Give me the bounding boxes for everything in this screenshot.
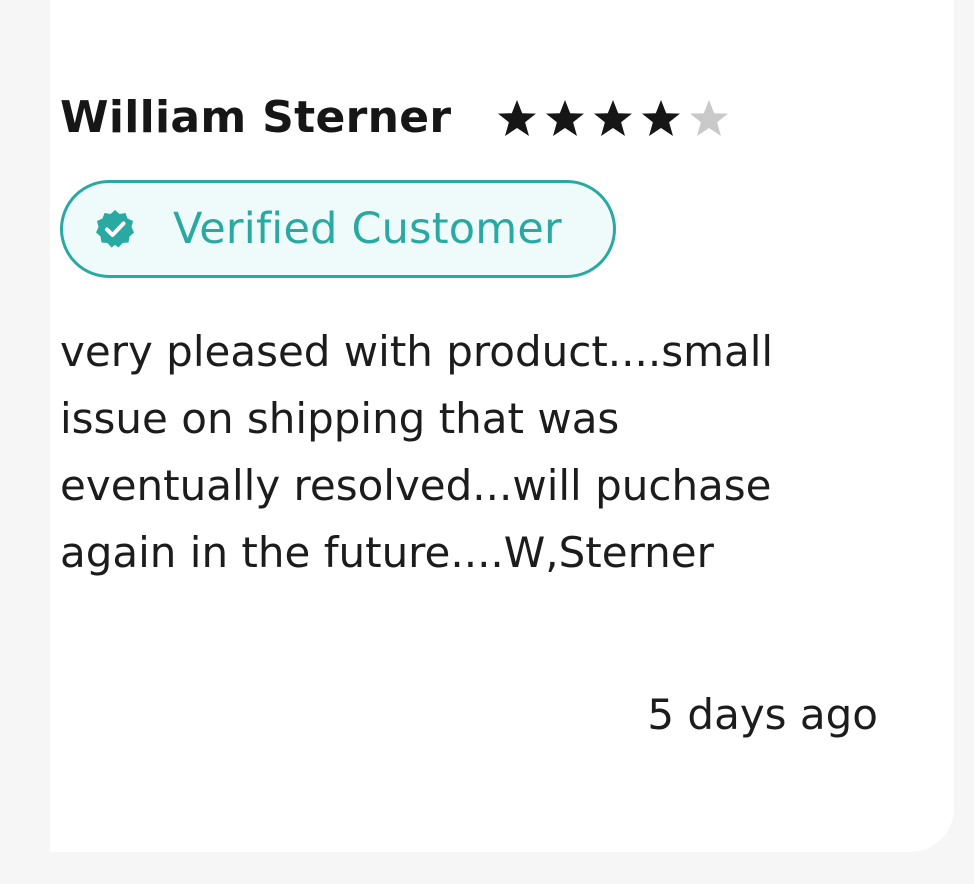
review-text-line: very pleased with product....small — [60, 327, 774, 376]
star-filled-icon — [591, 97, 635, 141]
review-header: William Sterner — [60, 92, 731, 143]
review-text: very pleased with product....small issue… — [60, 318, 880, 586]
review-card: William Sterner Verified Customer very p… — [50, 0, 954, 852]
star-filled-icon — [639, 97, 683, 141]
star-rating — [495, 97, 731, 141]
review-text-line: eventually resolved...will puchase — [60, 461, 772, 510]
star-filled-icon — [543, 97, 587, 141]
star-filled-icon — [495, 97, 539, 141]
verified-check-icon — [93, 207, 137, 251]
verified-customer-badge: Verified Customer — [60, 180, 616, 278]
verified-customer-label: Verified Customer — [173, 204, 562, 254]
review-text-line: again in the future....W,Sterner — [60, 528, 714, 577]
reviewer-name: William Sterner — [60, 92, 452, 143]
star-empty-icon — [687, 97, 731, 141]
review-timestamp: 5 days ago — [647, 690, 878, 739]
review-text-line: issue on shipping that was — [60, 394, 620, 443]
